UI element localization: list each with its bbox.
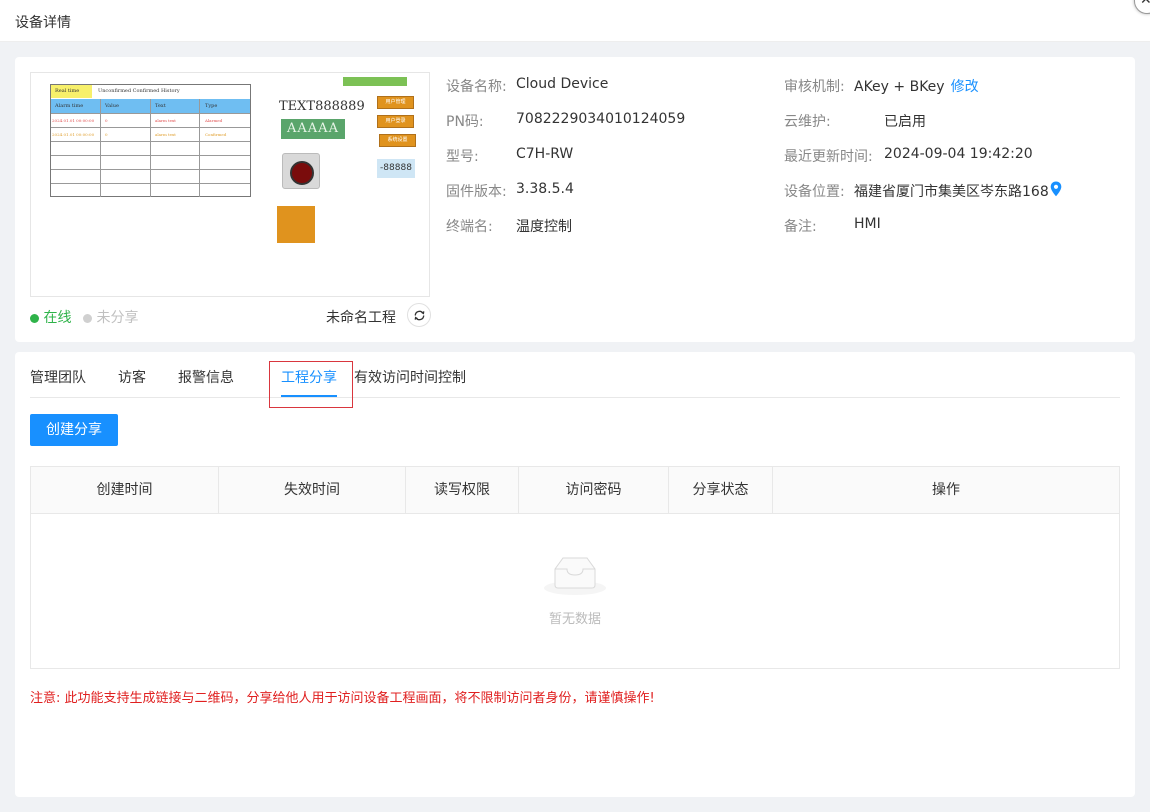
pn-label: PN码: <box>446 114 484 130</box>
dialog-title: 设备详情 <box>15 15 71 31</box>
project-name: 未命名工程 <box>326 310 396 326</box>
preview-cell: 0 <box>105 132 108 137</box>
tab-bar: 管理团队 访客 报警信息 工程分享 有效访问时间控制 <box>30 352 1120 408</box>
close-icon: ✕ <box>1140 0 1150 8</box>
device-name-value: Cloud Device <box>516 76 609 92</box>
header-password: 访问密码 <box>519 467 669 514</box>
share-table: 创建时间 失效时间 读写权限 访问密码 分享状态 操作 暂无数据 <box>30 466 1120 669</box>
preview-tab-labels: Unconfirmed Confirmed History <box>98 88 180 94</box>
firmware-label: 固件版本: <box>446 184 507 200</box>
warning-notice: 注意: 此功能支持生成链接与二维码，分享给他人用于访问设备工程画面，将不限制访问… <box>30 691 655 706</box>
header-actions: 操作 <box>932 482 960 498</box>
unshared-dot-icon <box>83 313 92 323</box>
online-text: 在线 <box>43 310 72 326</box>
preview-cell: 0 <box>105 118 108 123</box>
header-share-status: 分享状态 <box>669 467 773 514</box>
terminal-value: 温度控制 <box>516 219 572 235</box>
empty-state: 暂无数据 <box>31 514 1119 668</box>
status-row: 在线 未分享 未命名工程 <box>30 303 431 327</box>
refresh-icon <box>414 310 425 321</box>
preview-col-divider <box>199 99 200 197</box>
unshared-text: 未分享 <box>96 310 139 326</box>
terminal-label: 终端名: <box>446 219 493 235</box>
refresh-button[interactable] <box>407 303 431 327</box>
audit-value: AKey + BKey 修改 <box>854 76 979 96</box>
model-value: C7H-RW <box>516 146 574 162</box>
device-name-label: 设备名称: <box>446 79 507 95</box>
last-update-value: 2024-09-04 19:42:20 <box>884 146 1033 162</box>
empty-inbox-icon <box>544 557 606 595</box>
audit-value-text: AKey + BKey <box>854 79 945 95</box>
table-header-row: 创建时间 失效时间 读写权限 访问密码 分享状态 操作 <box>31 467 1119 514</box>
firmware-value: 3.38.5.4 <box>516 181 574 197</box>
preview-cell: Confirmed <box>205 132 227 137</box>
location-label: 设备位置: <box>784 184 845 200</box>
preview-number-display: -88888 <box>377 159 415 178</box>
model-label: 型号: <box>446 149 479 165</box>
tab-visitors[interactable]: 访客 <box>118 367 146 387</box>
preview-header-cell: Alarm time <box>55 103 84 109</box>
project-preview[interactable]: Real time Unconfirmed Confirmed History … <box>30 72 430 297</box>
online-status: 在线 <box>30 307 71 327</box>
cloud-maintenance-label: 云维护: <box>784 114 831 130</box>
preview-header-cell: Value <box>105 103 119 109</box>
preview-orange-button: 系统设置 <box>379 134 416 147</box>
header-permission: 读写权限 <box>406 467 519 514</box>
preview-col-divider <box>150 99 151 197</box>
last-update-label: 最近更新时间: <box>784 149 873 165</box>
share-status: 未分享 <box>83 307 138 327</box>
remark-label: 备注: <box>784 219 817 235</box>
preview-cell: Alarmed <box>205 118 223 123</box>
create-share-button[interactable]: 创建分享 <box>30 414 118 446</box>
preview-orange-button: 用户管理 <box>377 96 414 109</box>
preview-header-cell: Type <box>205 103 218 109</box>
preview-cell: 2024.01.01 00:00:00 <box>52 118 95 123</box>
empty-text: 暂无数据 <box>548 612 601 627</box>
preview-cell: alarm text <box>155 118 176 123</box>
remark-value: HMI <box>854 216 881 232</box>
preview-alarm-table: Real time Unconfirmed Confirmed History … <box>50 84 251 197</box>
preview-text-label: TEXT888889 <box>279 99 365 114</box>
preview-aaaaa-label: AAAAA <box>281 119 345 139</box>
audit-label: 审核机制: <box>784 79 845 95</box>
dialog-header: 设备详情 <box>0 0 1150 42</box>
cloud-maintenance-value: 已启用 <box>884 114 926 130</box>
preview-green-bar <box>343 77 407 86</box>
tab-highlight-box <box>269 361 353 408</box>
pn-value: 7082229034010124059 <box>516 111 686 127</box>
tab-alarm-info[interactable]: 报警信息 <box>178 367 234 387</box>
location-pin-icon[interactable] <box>1050 181 1062 197</box>
header-expire-time: 失效时间 <box>219 467 406 514</box>
preview-switch-knob <box>290 161 314 185</box>
preview-switch <box>282 153 320 189</box>
preview-cell: alarm text <box>155 132 176 137</box>
preview-orange-button: 用户登录 <box>377 115 414 128</box>
online-dot-icon <box>30 313 39 323</box>
modify-link[interactable]: 修改 <box>951 79 979 95</box>
preview-header-cell: Text <box>155 103 166 109</box>
device-info-card: Real time Unconfirmed Confirmed History … <box>15 57 1135 342</box>
preview-col-divider <box>100 99 101 197</box>
header-created-time: 创建时间 <box>31 467 219 514</box>
tab-management-team[interactable]: 管理团队 <box>30 367 86 387</box>
preview-orange-square <box>277 206 315 243</box>
share-card: 管理团队 访客 报警信息 工程分享 有效访问时间控制 创建分享 创建时间 失效时… <box>15 352 1135 797</box>
tab-access-time-control[interactable]: 有效访问时间控制 <box>354 367 466 387</box>
location-value: 福建省厦门市集美区岑东路168 <box>854 184 1049 200</box>
preview-realtime-tab: Real time <box>51 85 92 98</box>
preview-cell: 2024.01.01 00:00:00 <box>52 132 95 137</box>
